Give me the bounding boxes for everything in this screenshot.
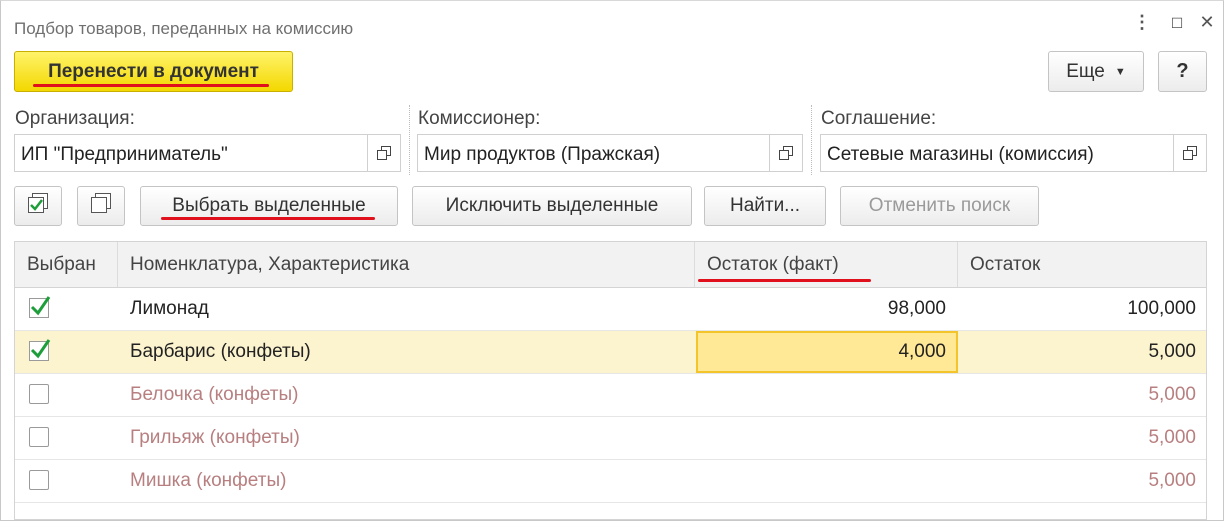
open-window-icon[interactable]	[1173, 135, 1206, 171]
help-button[interactable]: ?	[1158, 51, 1207, 92]
nomenclature-cell[interactable]: Белочка (конфеты)	[118, 374, 695, 416]
window-maximize-icon[interactable]: ☐	[1167, 15, 1187, 32]
table-row[interactable]: Барбарис (конфеты) 4,000 5,000	[15, 331, 1206, 374]
nomenclature-cell[interactable]: Грильяж (конфеты)	[118, 417, 695, 459]
title-bar: Подбор товаров, переданных на комиссию ⋮…	[1, 1, 1223, 47]
agreement-value: Сетевые магазины (комиссия)	[827, 144, 1094, 165]
annotation-underline	[698, 279, 871, 282]
fact-balance-cell[interactable]: 4,000	[696, 331, 958, 373]
fact-balance-cell[interactable]	[695, 417, 958, 459]
cancel-search-label: Отменить поиск	[868, 195, 1011, 216]
column-header-balance[interactable]: Остаток	[958, 242, 1206, 287]
field-separator	[811, 105, 812, 175]
transfer-to-document-label: Перенести в документ	[48, 60, 259, 82]
selected-cell[interactable]	[15, 288, 118, 330]
open-window-icon[interactable]	[367, 135, 400, 171]
open-window-icon[interactable]	[769, 135, 802, 171]
goods-table: Выбран Номенклатура, Характеристика Оста…	[14, 241, 1207, 520]
window-close-icon[interactable]: ✕	[1197, 12, 1217, 33]
more-label: Еще	[1066, 60, 1105, 82]
table-row[interactable]: Мишка (конфеты) 5,000	[15, 460, 1206, 503]
row-checkbox[interactable]	[29, 339, 51, 361]
field-separator	[409, 105, 410, 175]
table-row[interactable]: Лимонад 98,000 100,000	[15, 288, 1206, 331]
exclude-selected-button[interactable]: Исключить выделенные	[412, 186, 692, 226]
selection-window: Подбор товаров, переданных на комиссию ⋮…	[0, 0, 1224, 521]
row-checkbox[interactable]	[29, 384, 49, 404]
row-checkbox[interactable]	[29, 296, 51, 318]
fact-balance-cell[interactable]: 98,000	[695, 288, 958, 330]
commissioner-label: Комиссионер:	[418, 108, 541, 129]
selected-cell[interactable]	[15, 460, 118, 502]
balance-cell[interactable]: 5,000	[958, 331, 1206, 373]
annotation-underline	[33, 84, 269, 87]
commissioner-value: Мир продуктов (Пражская)	[424, 144, 661, 165]
find-label: Найти...	[729, 195, 801, 216]
check-all-icon	[26, 191, 50, 221]
uncheck-all-icon	[89, 191, 113, 221]
organization-label: Организация:	[15, 108, 135, 129]
nomenclature-cell[interactable]: Лимонад	[118, 288, 695, 330]
select-selected-label: Выбрать выделенные	[172, 195, 366, 216]
selected-cell[interactable]	[15, 417, 118, 459]
organization-field[interactable]: ИП "Предприниматель"	[14, 134, 401, 172]
table-row[interactable]: Грильяж (конфеты) 5,000	[15, 417, 1206, 460]
commissioner-field[interactable]: Мир продуктов (Пражская)	[417, 134, 803, 172]
window-title: Подбор товаров, переданных на комиссию	[14, 19, 354, 38]
window-more-icon[interactable]: ⋮	[1132, 12, 1152, 33]
nomenclature-cell[interactable]: Барбарис (конфеты)	[118, 331, 695, 373]
table-header: Выбран Номенклатура, Характеристика Оста…	[15, 242, 1206, 288]
organization-value: ИП "Предприниматель"	[21, 144, 228, 165]
nomenclature-cell[interactable]: Мишка (конфеты)	[118, 460, 695, 502]
agreement-label: Соглашение:	[821, 108, 937, 129]
exclude-selected-label: Исключить выделенные	[445, 195, 659, 216]
help-label: ?	[1176, 60, 1189, 82]
selected-cell[interactable]	[15, 331, 118, 373]
row-checkbox[interactable]	[29, 470, 49, 490]
balance-cell[interactable]: 5,000	[958, 460, 1206, 502]
column-header-selected[interactable]: Выбран	[15, 242, 118, 287]
select-selected-button[interactable]: Выбрать выделенные	[140, 186, 398, 226]
cancel-search-button[interactable]: Отменить поиск	[840, 186, 1039, 226]
balance-cell[interactable]: 100,000	[958, 288, 1206, 330]
balance-cell[interactable]: 5,000	[958, 374, 1206, 416]
selected-cell[interactable]	[15, 374, 118, 416]
balance-cell[interactable]: 5,000	[958, 417, 1206, 459]
annotation-underline	[161, 217, 375, 220]
table-row[interactable]: Белочка (конфеты) 5,000	[15, 374, 1206, 417]
check-all-button[interactable]	[14, 186, 62, 226]
chevron-down-icon: ▼	[1114, 65, 1126, 78]
more-button[interactable]: Еще ▼	[1048, 51, 1144, 92]
agreement-field[interactable]: Сетевые магазины (комиссия)	[820, 134, 1207, 172]
uncheck-all-button[interactable]	[77, 186, 125, 226]
column-header-nomenclature[interactable]: Номенклатура, Характеристика	[118, 242, 695, 287]
find-button[interactable]: Найти...	[704, 186, 826, 226]
fact-balance-cell[interactable]	[695, 460, 958, 502]
fact-balance-cell[interactable]	[695, 374, 958, 416]
row-checkbox[interactable]	[29, 427, 49, 447]
